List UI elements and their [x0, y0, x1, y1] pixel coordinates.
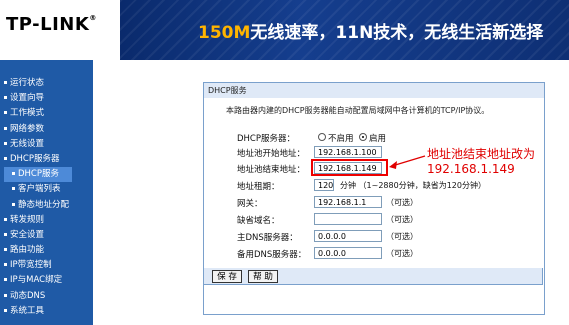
annotation-text: 地址池结束地址改为 192.168.1.149	[427, 147, 536, 176]
